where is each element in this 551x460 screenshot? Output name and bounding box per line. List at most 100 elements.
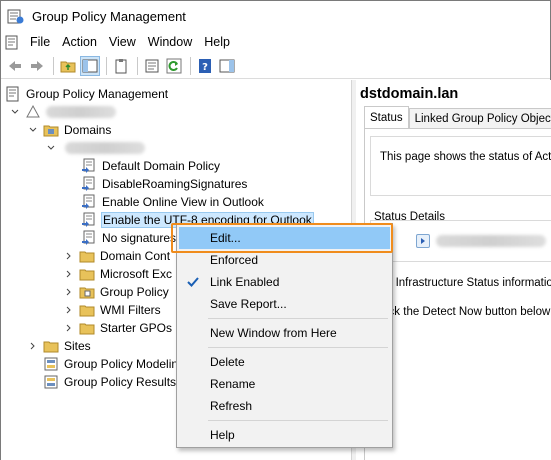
clipboard-icon [115,58,127,73]
tree-label: WMI Filters [100,303,161,317]
tab-linked-gpos[interactable]: Linked Group Policy Objects [408,108,551,128]
menu-window[interactable]: Window [144,35,200,49]
menu-item-help[interactable]: Help [179,424,390,446]
domains-folder-icon [43,122,59,138]
title-bar: Group Policy Management [1,1,550,31]
menu-view[interactable]: View [105,35,144,49]
menu-item-enforced[interactable]: Enforced [179,249,390,271]
tree-node-forest[interactable] [9,103,116,121]
menu-action[interactable]: Action [58,35,105,49]
back-arrow-icon [9,60,21,71]
gpo-folder-icon [79,284,95,300]
menu-file[interactable]: File [26,35,58,49]
gpmc-window: Group Policy Management File Action View… [0,0,551,460]
wmi-folder-icon [79,302,95,318]
tree-node-gpo-link[interactable]: Default Domain Policy [81,157,220,175]
redacted-forest-name [46,106,116,118]
starter-gpo-folder-icon [79,320,95,336]
menu-item-refresh[interactable]: Refresh [179,395,390,417]
chevron-right-icon[interactable] [63,304,75,316]
menu-item-link-enabled[interactable]: Link Enabled [179,271,390,293]
tree-node-results[interactable]: Group Policy Results [43,373,176,391]
refresh-icon [166,58,182,73]
menu-separator [208,347,388,348]
toolbar-separator [53,56,54,75]
toolbar: ? [1,53,550,79]
context-menu: Edit... Enforced Link Enabled Save Repor… [176,223,393,448]
tree-label: DisableRoamingSignatures [102,177,248,191]
tree-node-domains[interactable]: Domains [27,121,111,139]
system-menu-icon[interactable] [5,35,20,50]
clipboard-button[interactable] [111,56,131,76]
help-icon: ? [199,58,211,73]
tree-node-sites[interactable]: Sites [27,337,91,355]
menu-item-edit[interactable]: Edit... [179,227,390,249]
tree-node-ou[interactable]: Domain Cont [63,247,170,265]
tree-node-domain[interactable] [45,139,145,157]
tree-label: Default Domain Policy [102,159,221,173]
show-action-pane-button[interactable] [217,56,237,76]
tree-node-starter-gpos[interactable]: Starter GPOs [63,319,172,337]
tab-status[interactable]: Status [364,106,409,128]
chevron-right-icon[interactable] [63,286,75,298]
gpo-link-icon [81,158,97,174]
status-description-box [370,136,551,196]
chevron-down-icon[interactable] [27,124,39,136]
results-icon [43,374,59,390]
forest-icon [25,104,41,120]
window-title: Group Policy Management [32,8,186,24]
tree-label: No signatures [102,231,177,245]
tree-label: Starter GPOs [100,321,173,335]
ou-folder-icon [79,266,95,282]
menu-item-label: Link Enabled [210,275,280,289]
svg-text:?: ? [202,62,208,73]
ou-folder-icon [79,248,95,264]
tree-label: Group Policy Modeling [64,357,185,371]
properties-button[interactable] [142,56,162,76]
tree-node-gpo-container[interactable]: Group Policy [63,283,169,301]
chevron-right-icon[interactable] [27,340,39,352]
tree-label: Domain Cont [100,249,171,263]
back-button[interactable] [5,56,25,76]
chevron-right-icon[interactable] [63,250,75,262]
gpo-link-icon [81,194,97,210]
tree-node-ou[interactable]: Microsoft Exc [63,265,172,283]
forward-button[interactable] [27,56,47,76]
menu-item-delete[interactable]: Delete [179,351,390,373]
redacted-domain-name [65,142,145,154]
folder-up-icon [60,61,76,72]
chevron-down-icon[interactable] [9,106,21,118]
help-button[interactable]: ? [195,56,215,76]
properties-icon [145,59,159,72]
toolbar-separator [106,56,107,75]
chevron-right-icon[interactable] [63,322,75,334]
tree-node-gpo-link[interactable]: Enable Online View in Outlook [81,193,264,211]
status-description: This page shows the status of Active [380,151,551,163]
show-hide-console-tree-button[interactable] [80,55,100,76]
menu-item-new-window[interactable]: New Window from Here [179,322,390,344]
detect-now-hint: ick the Detect Now button below [386,306,551,318]
menu-item-save-report[interactable]: Save Report... [179,293,390,315]
tree-label: Group Policy Results [64,375,177,389]
checkmark-icon [185,274,201,290]
forward-arrow-icon [31,60,43,71]
refresh-button[interactable] [164,56,184,76]
gpo-link-icon [81,176,97,192]
menu-help[interactable]: Help [200,35,238,49]
menu-item-rename[interactable]: Rename [179,373,390,395]
chevron-down-icon[interactable] [45,142,57,154]
tree-label: Domains [64,123,112,137]
menu-separator [208,420,388,421]
tree-label: Sites [64,339,91,353]
tree-node-gpo-link[interactable]: No signatures [81,229,176,247]
sites-folder-icon [43,338,59,354]
menu-separator [208,318,388,319]
console-tree-icon [82,59,98,72]
up-folder-button[interactable] [58,56,78,76]
expand-details-button[interactable] [416,234,430,248]
tree-node-modeling[interactable]: Group Policy Modeling [43,355,185,373]
tree-node-gpo-link[interactable]: DisableRoamingSignatures [81,175,247,193]
chevron-right-icon[interactable] [63,268,75,280]
tree-node-root[interactable]: Group Policy Management [5,85,168,103]
tree-node-wmi-filters[interactable]: WMI Filters [63,301,161,319]
